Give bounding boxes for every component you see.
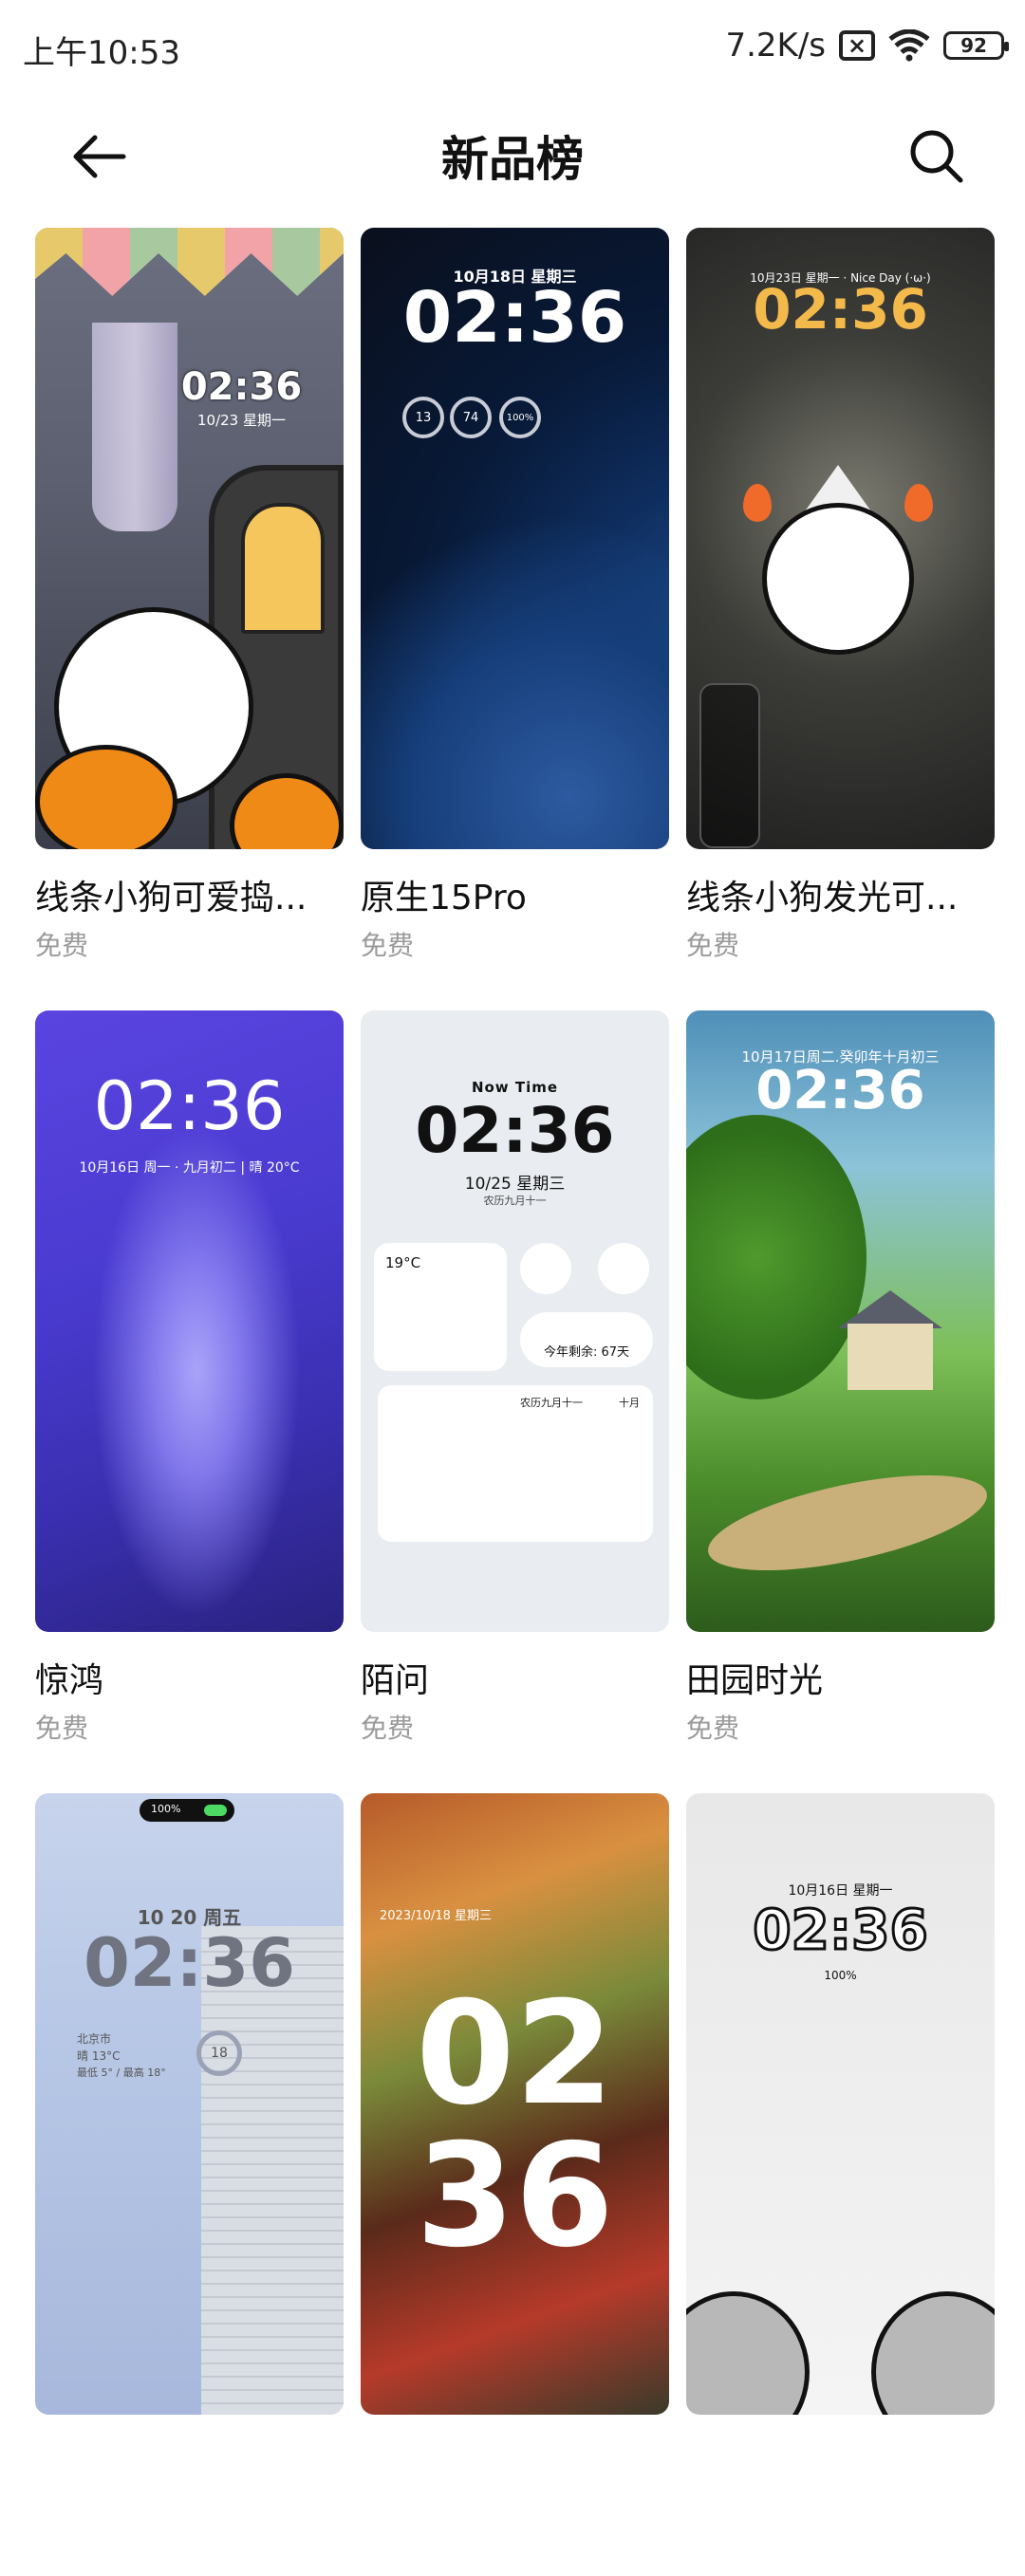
preview-clock-hour: 02 — [416, 1972, 614, 2137]
theme-card[interactable]: 02:36 10/23 星期一 线条小狗可爱捣... 免费 — [35, 228, 344, 1010]
title-bar: 新品榜 — [0, 95, 1025, 218]
bird-illustration — [686, 2291, 810, 2415]
theme-thumbnail[interactable]: Now Time 02:36 10/25 星期三 农历九月十一 19°C 今年剩… — [361, 1010, 669, 1632]
theme-card[interactable]: 10月16日 星期一 02:36 100% — [686, 1793, 995, 2576]
network-speed: 7.2K/s — [725, 27, 826, 65]
preview-ring: 74 — [450, 397, 492, 438]
path-illustration — [699, 1455, 995, 1590]
theme-name: 原生15Pro — [361, 879, 527, 917]
theme-price: 免费 — [35, 1713, 89, 1744]
page-title: 新品榜 — [441, 132, 584, 187]
preview-clock: 02:36 — [180, 365, 303, 409]
pill-battery-text: 100% — [151, 1803, 181, 1815]
preview-date: 10/23 星期一 — [197, 412, 286, 429]
side-widget — [699, 683, 760, 848]
preview-battery: 100% — [824, 1969, 857, 1982]
preview-clock: 02:36 — [402, 277, 627, 359]
house-illustration — [848, 1324, 933, 1390]
preview-date: 2023/10/18 星期三 — [380, 1909, 493, 1923]
pumpkin-illustration — [35, 745, 177, 849]
theme-thumbnail[interactable]: 10月17日周二.癸卯年十月初三 02:36 — [686, 1010, 995, 1632]
battery-pill: 100% — [140, 1799, 234, 1822]
tree-illustration — [686, 1115, 867, 1399]
theme-thumbnail[interactable]: 10月16日 星期一 02:36 100% — [686, 1793, 995, 2415]
theme-name: 线条小狗可爱捣... — [35, 879, 308, 917]
weather-widget: 19°C — [374, 1243, 507, 1371]
theme-card[interactable]: 10月17日周二.癸卯年十月初三 02:36 田园时光 免费 — [686, 1010, 995, 1793]
weather-temp: 19°C — [385, 1254, 421, 1271]
preview-minmax: 最低 5° / 最高 18° — [77, 2066, 166, 2079]
preview-clock: 02:36 — [752, 1897, 930, 1964]
battery-indicator — [204, 1805, 227, 1816]
swirl-decoration — [92, 1124, 301, 1618]
window-decoration — [241, 503, 325, 634]
calendar-month: 十月 — [619, 1397, 640, 1409]
preview-date: 10月16日 星期一 — [788, 1883, 893, 1899]
preview-clock: 02:36 — [415, 1094, 615, 1167]
theme-card[interactable]: Now Time 02:36 10/25 星期三 农历九月十一 19°C 今年剩… — [361, 1010, 669, 1793]
preview-clock: 02:36 — [93, 1067, 286, 1145]
calendar-widget: 农历九月十一 十月 — [378, 1385, 653, 1542]
theme-name: 田园时光 — [686, 1661, 824, 1700]
theme-name: 陌问 — [361, 1661, 430, 1700]
status-time: 上午10:53 — [23, 34, 180, 72]
theme-card[interactable]: 10月23日 星期一 · Nice Day (·ω·) 02:36 线条小狗发光… — [686, 228, 995, 1010]
theme-card[interactable]: 100% 10 20 周五 02:36 北京市 晴 13°C 最低 5° / 最… — [35, 1793, 344, 2576]
aqi-ring: 18 — [196, 2030, 242, 2076]
search-button[interactable] — [904, 123, 970, 190]
theme-price: 免费 — [686, 930, 740, 961]
status-bar: 上午10:53 7.2K/s × 92 — [0, 0, 1025, 95]
preview-ring: 13 — [402, 397, 444, 438]
theme-price: 免费 — [361, 930, 415, 961]
preview-city: 北京市 — [77, 2032, 112, 2046]
data-off-icon: × — [839, 30, 875, 61]
theme-thumbnail[interactable]: 100% 10 20 周五 02:36 北京市 晴 13°C 最低 5° / 最… — [35, 1793, 344, 2415]
preview-clock: 02:36 — [84, 1924, 295, 2002]
countdown-widget: 今年剩余: 67天 — [520, 1312, 653, 1367]
preview-lunar: 农历九月十一 — [483, 1195, 547, 1207]
bunting-decoration — [35, 228, 344, 296]
wifi-icon — [888, 29, 930, 62]
theme-thumbnail[interactable]: 02:36 10月16日 周一 · 九月初二 | 晴 20°C — [35, 1010, 344, 1632]
theme-thumbnail[interactable]: 10月18日 星期三 02:36 13 74 100% — [361, 228, 669, 849]
theme-grid: 02:36 10/23 星期一 线条小狗可爱捣... 免费 10月18日 星期三… — [35, 228, 995, 2576]
penguin-widget — [520, 1243, 571, 1294]
preview-clock: 02:36 — [755, 1060, 925, 1121]
theme-thumbnail[interactable]: 10月23日 星期一 · Nice Day (·ω·) 02:36 — [686, 228, 995, 849]
calendar-lunar: 农历九月十一 — [520, 1397, 583, 1409]
wave-decoration — [361, 512, 669, 849]
preview-clock: 02:36 — [753, 277, 928, 342]
theme-thumbnail[interactable]: 02:36 10/23 星期一 — [35, 228, 344, 849]
flame-icon — [743, 484, 772, 522]
chat-widget — [598, 1243, 649, 1294]
battery-icon: 92 — [943, 31, 1009, 60]
theme-price: 免费 — [35, 930, 89, 961]
theme-price: 免费 — [686, 1713, 740, 1744]
theme-price: 免费 — [361, 1713, 415, 1744]
theme-name: 线条小狗发光可... — [686, 879, 959, 917]
preview-date: 10月16日 周一 · 九月初二 | 晴 20°C — [79, 1160, 300, 1176]
bird-illustration — [871, 2291, 995, 2415]
preview-weather: 晴 13°C — [77, 2049, 121, 2063]
theme-card[interactable]: 2023/10/18 星期三 02 36 — [361, 1793, 669, 2576]
theme-name: 惊鸿 — [35, 1661, 104, 1700]
dog-illustration — [762, 503, 914, 655]
theme-card[interactable]: 10月18日 星期三 02:36 13 74 100% 原生15Pro 免费 — [361, 228, 669, 1010]
status-right: 7.2K/s × 92 — [725, 27, 1009, 65]
roof-illustration — [838, 1290, 942, 1328]
preview-date: 10/25 星期三 — [464, 1175, 566, 1194]
flame-icon — [904, 484, 933, 522]
search-icon — [910, 130, 963, 183]
theme-card[interactable]: 02:36 10月16日 周一 · 九月初二 | 晴 20°C 惊鸿 免费 — [35, 1010, 344, 1793]
preview-ring: 100% — [499, 397, 541, 438]
preview-clock-minute: 36 — [416, 2114, 614, 2279]
theme-thumbnail[interactable]: 2023/10/18 星期三 02 36 — [361, 1793, 669, 2415]
